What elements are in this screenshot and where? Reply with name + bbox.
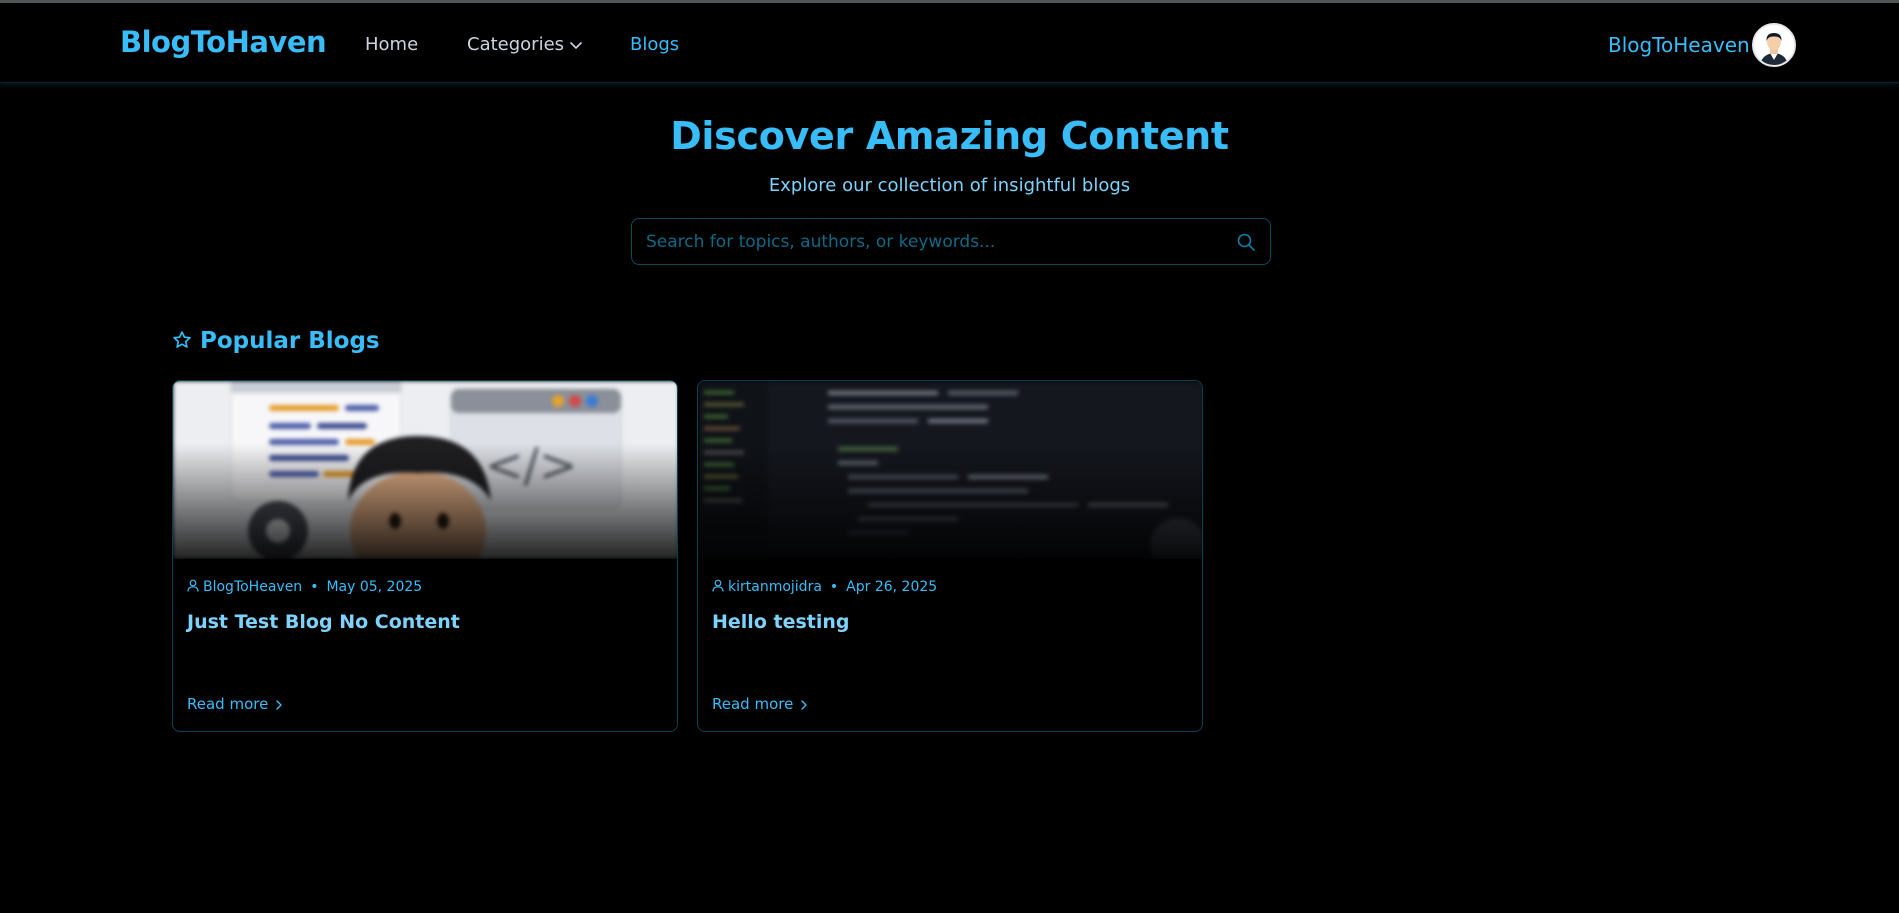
nav-home[interactable]: Home [365, 34, 418, 55]
blog-meta: BlogToHeaven • May 05, 2025 [187, 579, 422, 595]
meta-separator: • [310, 579, 319, 595]
blog-meta: kirtanmojidra • Apr 26, 2025 [712, 579, 937, 595]
chevron-down-icon [570, 42, 582, 49]
section-heading: Popular Blogs [172, 328, 380, 354]
nav-categories[interactable]: Categories [467, 34, 584, 55]
read-more-link[interactable]: Read more [712, 695, 809, 713]
blog-thumbnail [698, 381, 1202, 559]
navbar: BlogToHaven Home Categories Blogs BlogTo… [0, 3, 1899, 83]
blog-thumbnail: </> [173, 381, 677, 559]
user-icon [712, 579, 724, 592]
section-title: Popular Blogs [200, 328, 380, 354]
search-box [631, 218, 1271, 265]
nav-blogs[interactable]: Blogs [630, 34, 679, 55]
hero-title: Discover Amazing Content [670, 114, 1229, 158]
nav-categories-label: Categories [467, 34, 565, 55]
read-more-label: Read more [712, 695, 794, 713]
user-name[interactable]: BlogToHeaven [1608, 33, 1750, 57]
blog-date: Apr 26, 2025 [846, 579, 938, 595]
blog-date: May 05, 2025 [326, 579, 423, 595]
blog-thumbnail-illustration: </> [173, 381, 677, 559]
chevron-right-icon [801, 700, 808, 710]
search-icon[interactable] [1236, 232, 1256, 252]
user-icon [187, 579, 199, 592]
avatar-icon [1754, 25, 1794, 65]
blog-title[interactable]: Hello testing [712, 611, 849, 633]
search-input[interactable] [646, 219, 1226, 264]
svg-text:</>: </> [485, 438, 578, 492]
blog-author[interactable]: kirtanmojidra [728, 579, 822, 595]
meta-separator: • [829, 579, 839, 595]
read-more-link[interactable]: Read more [187, 695, 284, 713]
hero-subtitle: Explore our collection of insightful blo… [768, 175, 1131, 196]
blog-card[interactable]: </> BlogToHeaven • May 05, 2025 Just Test … [172, 380, 678, 732]
site-logo[interactable]: BlogToHaven [120, 25, 327, 59]
blog-author[interactable]: BlogToHeaven [203, 579, 302, 595]
avatar[interactable] [1752, 23, 1796, 67]
read-more-label: Read more [187, 695, 269, 713]
star-icon [173, 331, 191, 348]
blog-card[interactable]: kirtanmojidra • Apr 26, 2025 Hello testing… [697, 380, 1203, 732]
chevron-right-icon [276, 700, 283, 710]
blog-title[interactable]: Just Test Blog No Content [187, 611, 460, 633]
blog-thumbnail-code [698, 381, 1202, 559]
